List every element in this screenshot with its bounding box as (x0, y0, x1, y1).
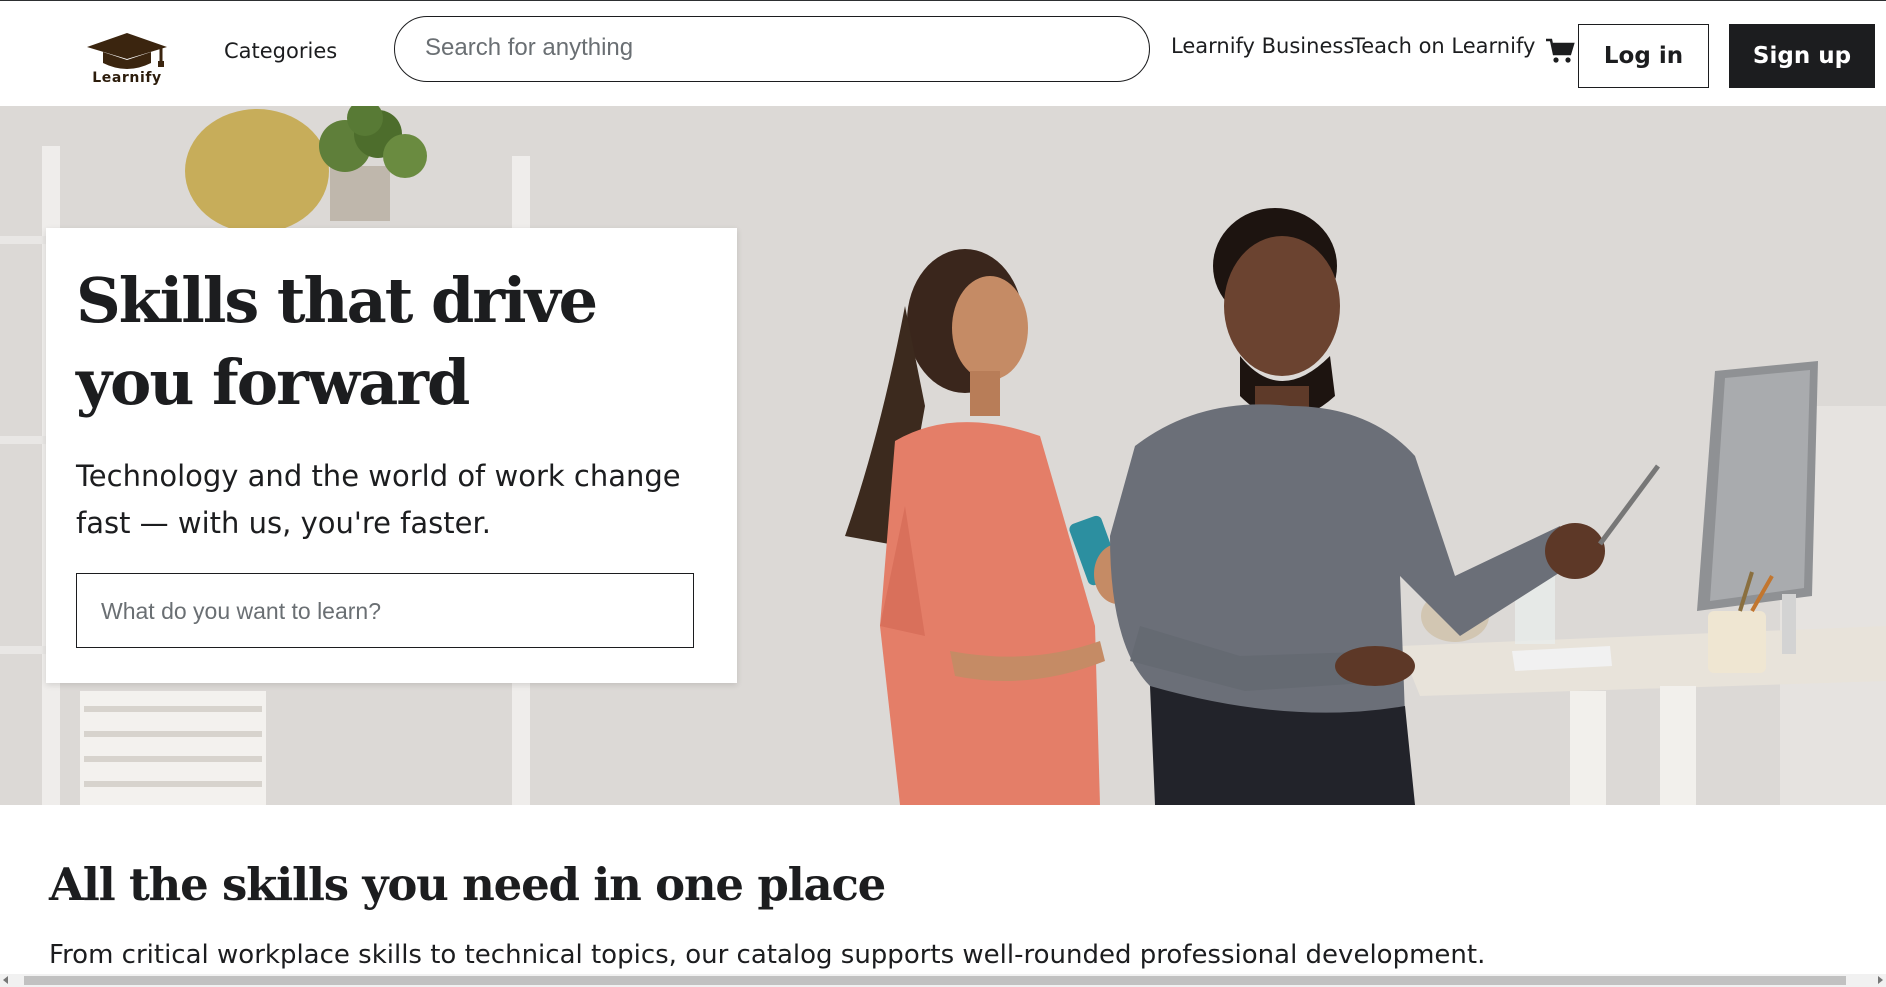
login-button[interactable]: Log in (1578, 24, 1709, 88)
header-search[interactable] (394, 16, 1150, 82)
hero-card: Skills that drive you forward Technology… (46, 228, 737, 683)
search-input[interactable] (425, 31, 1105, 65)
hero-subtitle: Technology and the world of work change … (76, 453, 716, 547)
scrollbar-thumb[interactable] (24, 976, 1846, 985)
horizontal-scrollbar[interactable] (0, 974, 1886, 987)
scroll-left-arrow-icon[interactable] (3, 976, 8, 984)
hero-subtitle-line2: fast — with us, you're faster. (76, 506, 491, 540)
skills-section-subtitle: From critical workplace skills to techni… (49, 940, 1486, 970)
site-header: Learnify Categories Learnify Business Te… (0, 1, 1886, 105)
hero-title-line2: you forward (76, 346, 470, 419)
hero-search-input[interactable] (101, 594, 661, 628)
hero-banner: Skills that drive you forward Technology… (0, 106, 1886, 805)
logo[interactable]: Learnify (83, 29, 171, 91)
scroll-right-arrow-icon[interactable] (1878, 976, 1883, 984)
graduation-cap-icon (87, 33, 167, 69)
signup-button[interactable]: Sign up (1729, 24, 1875, 88)
hero-title: Skills that drive you forward (76, 260, 716, 424)
logo-text: Learnify (92, 70, 162, 86)
cart-icon[interactable] (1545, 37, 1575, 65)
teach-link[interactable]: Teach on Learnify (1352, 34, 1535, 58)
hero-subtitle-line1: Technology and the world of work change (76, 459, 681, 493)
hero-title-line1: Skills that drive (76, 264, 598, 337)
categories-menu[interactable]: Categories (224, 39, 337, 63)
business-link[interactable]: Learnify Business (1171, 34, 1354, 58)
skills-section-title: All the skills you need in one place (49, 858, 886, 911)
hero-search[interactable] (76, 573, 694, 648)
